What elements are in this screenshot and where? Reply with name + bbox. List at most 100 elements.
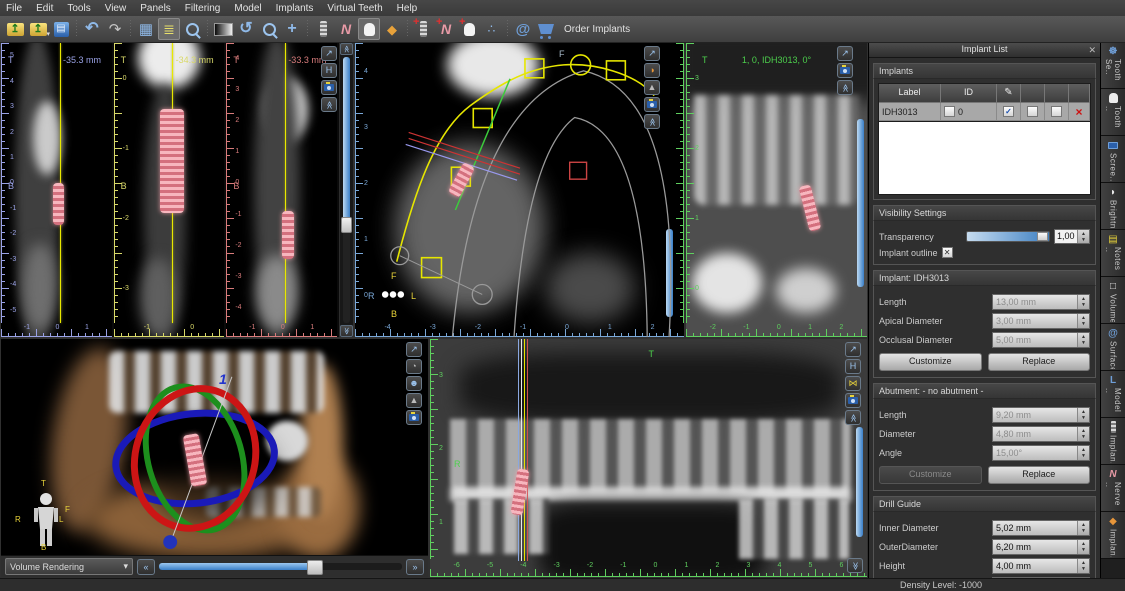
tab-volume[interactable]: □ Volume.. (1101, 277, 1125, 324)
tab-brightness[interactable]: ◗ Brightne.. (1101, 183, 1125, 230)
replace-button[interactable]: Replace (988, 466, 1091, 484)
tab-nerves[interactable]: N Nerve .. (1101, 465, 1125, 512)
tangential-scrollbar[interactable] (857, 119, 864, 287)
layout-grid-icon[interactable]: ▦ (135, 18, 157, 40)
menu-item[interactable]: Virtual Teeth (327, 3, 382, 14)
screenshot-button[interactable] (406, 410, 422, 425)
expand-viewport-button[interactable]: ↗ (644, 46, 660, 61)
rendering-mode-select[interactable]: Volume Rendering▾ (5, 558, 133, 575)
open-file-icon[interactable]: ↥ (4, 18, 26, 40)
protractor-button[interactable]: ◔ (406, 359, 422, 374)
spinner-arrows[interactable]: ▲▼ (1077, 559, 1089, 573)
expand-viewport-button[interactable]: ↗ (845, 342, 861, 357)
column-header-label[interactable]: Label (879, 84, 941, 103)
value-spinbox[interactable]: 4,80 mm ▲▼ (992, 426, 1090, 442)
contrast-button[interactable]: ◑ (644, 63, 660, 78)
slice-view-2[interactable]: 0-1-2-3 T B -34.3 mm -10 (114, 43, 227, 337)
close-icon[interactable]: ✕ (1088, 43, 1096, 58)
tab-surfaces[interactable]: @ Surface.. (1101, 324, 1125, 371)
slider-handle[interactable] (1037, 232, 1048, 241)
pan-icon[interactable]: + (281, 18, 303, 40)
spinner-arrows[interactable]: ▲▼ (1077, 540, 1089, 554)
menu-item[interactable]: Help (397, 3, 418, 14)
value-spinbox[interactable]: 9,20 mm ▲▼ (992, 407, 1090, 423)
value-spinbox[interactable]: 5,00 mm ▲▼ (992, 332, 1090, 348)
screenshot-button[interactable] (837, 63, 853, 78)
table-row-abutment[interactable] (1021, 103, 1045, 121)
zoom-icon[interactable] (181, 18, 203, 40)
value-spinbox[interactable]: 13,00 mm ▲▼ (992, 294, 1090, 310)
separator[interactable] (404, 18, 411, 40)
menu-item[interactable]: Model (234, 3, 261, 14)
customize-button[interactable]: Customize (879, 466, 982, 484)
slice-view-1[interactable]: 543210-1-2-3-4-5 T B -35.3 mm -101 (1, 43, 114, 337)
slider-handle[interactable] (307, 560, 323, 575)
implant-slice2[interactable] (160, 109, 184, 213)
implant-outline-checkbox[interactable] (942, 247, 953, 258)
separator[interactable] (127, 18, 134, 40)
collapse-button[interactable]: ≪ (845, 410, 861, 425)
pano-scrollbar[interactable] (856, 427, 863, 537)
id-checkbox[interactable] (944, 106, 955, 117)
add-nerve-icon[interactable]: N (435, 18, 457, 40)
table-row-label[interactable]: IDH3013 (879, 103, 941, 121)
panels-icon[interactable]: ≣ (158, 18, 180, 40)
table-row-delete[interactable]: × (1069, 103, 1090, 121)
menu-item[interactable]: Edit (36, 3, 53, 14)
density-profile-button[interactable]: ▲ (644, 80, 660, 95)
table-row-id[interactable]: 0 (941, 103, 997, 121)
tab-screenshots[interactable]: Scree.. (1101, 136, 1125, 183)
tab-tooth[interactable]: Tooth .. (1101, 89, 1125, 136)
spinner-arrows[interactable]: ▲▼ (1077, 295, 1089, 309)
panel-title-bar[interactable]: Implant List ✕ (869, 42, 1100, 58)
table-row-drill[interactable] (1045, 103, 1069, 121)
zoom-mode-icon[interactable] (258, 18, 280, 40)
tab-implant-order[interactable]: ◆ Implan.. (1101, 512, 1125, 559)
slice-indicator-white[interactable] (521, 339, 522, 561)
drill-checkbox[interactable] (1051, 106, 1062, 117)
slice-indicator-yellow[interactable] (524, 339, 525, 561)
table-row-visible[interactable] (997, 103, 1021, 121)
head-orientation-button[interactable]: ☻ (406, 376, 422, 391)
axial-planning-viewport[interactable]: 43210 -4-3-2-1012 F F R L B ↗ ◑ ▲ ≪ (354, 42, 685, 338)
save-icon[interactable]: ▤ (50, 18, 72, 40)
menu-item[interactable]: View (105, 3, 127, 14)
visible-checkbox[interactable] (1003, 106, 1014, 117)
slider-right-button[interactable]: » (406, 559, 424, 575)
redo-icon[interactable]: ↷ (104, 18, 126, 40)
menu-item[interactable]: Tools (67, 3, 90, 14)
menu-item[interactable]: Filtering (185, 3, 221, 14)
menu-item[interactable]: Implants (276, 3, 314, 14)
curve-edit-button[interactable]: ⋈ (845, 376, 861, 391)
volume-threshold-slider[interactable] (159, 563, 402, 570)
slider-left-button[interactable]: « (137, 559, 155, 575)
spinner-arrows[interactable]: ▲▼ (1077, 333, 1089, 347)
spinner-arrows[interactable]: ▲▼ (1077, 408, 1089, 422)
spinner-arrows[interactable]: ▲▼ (1077, 230, 1089, 243)
reset-view-icon[interactable]: ↺ (235, 18, 257, 40)
collapse-button[interactable]: ≪ (644, 114, 660, 129)
spinner-arrows[interactable]: ▲▼ (1077, 314, 1089, 328)
contrast-icon[interactable] (212, 18, 234, 40)
surface-icon[interactable]: @ (512, 18, 534, 40)
rotation-gizmo[interactable] (1, 339, 428, 556)
tangential-viewport[interactable]: 3210 -2-1012 T 1, 0, IDH3013, 0° ↗ ≪ (685, 42, 868, 338)
collapse-button[interactable]: ≪ (837, 80, 853, 95)
slice-layout-button[interactable]: H (321, 63, 337, 78)
order-implants-icon[interactable] (535, 18, 557, 40)
expand-viewport-button[interactable]: ↗ (406, 342, 422, 357)
expand-viewport-button[interactable]: ↗ (837, 46, 853, 61)
model-tool-icon[interactable]: ◆ (381, 18, 403, 40)
spinner-arrows[interactable]: ▲▼ (1077, 427, 1089, 441)
open-recent-icon[interactable]: ↥ (27, 18, 49, 40)
separator[interactable] (73, 18, 80, 40)
value-spinbox[interactable]: 4,00 mm ▲▼ (992, 558, 1090, 574)
scrollbar-track[interactable] (343, 57, 350, 323)
slices-scrollbar[interactable]: ≪ ≫ (339, 43, 353, 337)
replace-button[interactable]: Replace (988, 353, 1091, 371)
screenshot-button[interactable] (321, 80, 337, 95)
implant-slice3[interactable] (282, 211, 294, 259)
undo-icon[interactable]: ↶ (81, 18, 103, 40)
tab-tooth-setup[interactable]: ☸ Tooth Se.. (1101, 42, 1125, 89)
tab-implants[interactable]: Implan.. (1101, 418, 1125, 465)
